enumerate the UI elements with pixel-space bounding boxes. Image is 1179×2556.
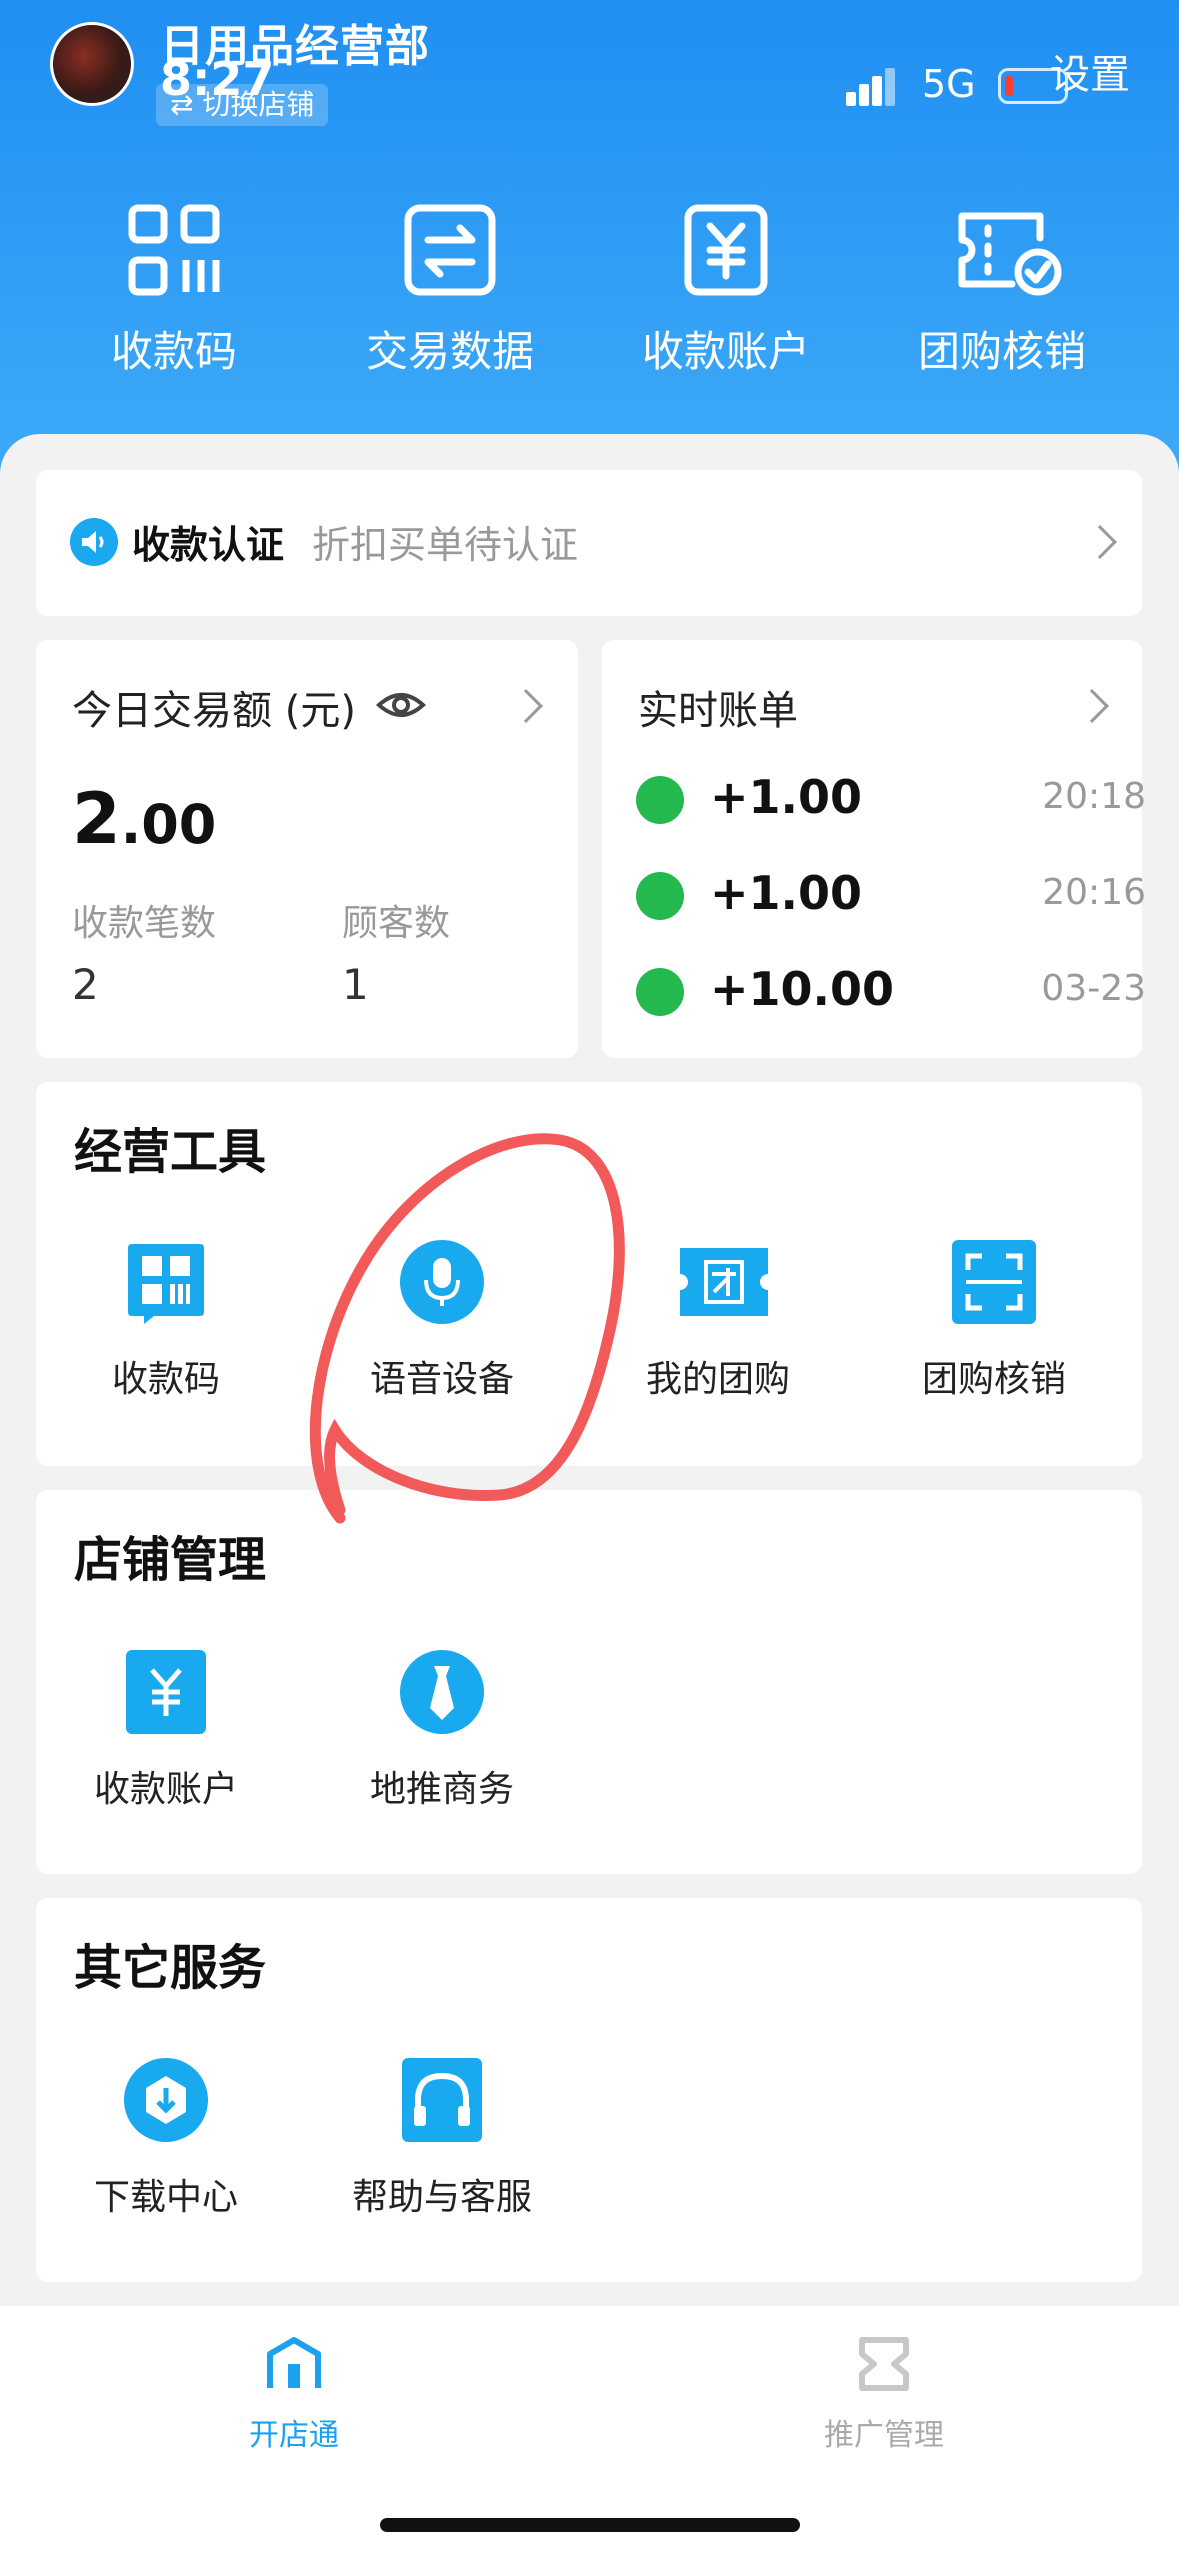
tab-promotion[interactable]: 推广管理	[734, 2336, 1034, 2454]
service-help-support[interactable]: 帮助与客服	[312, 2058, 572, 2220]
switch-store-button[interactable]: ⇄ 切换店铺	[156, 84, 329, 126]
scan-icon	[952, 1240, 1036, 1324]
home-indicator	[380, 2518, 800, 2532]
exchange-icon	[400, 200, 500, 300]
bill-item[interactable]: +10.00 03-23	[636, 962, 1146, 1022]
tool-my-group-buy[interactable]: 我的团购	[588, 1240, 848, 1402]
tab-label: 推广管理	[824, 2418, 944, 2453]
signal-icon	[846, 62, 896, 106]
tool-label: 收款码	[111, 1359, 220, 1400]
business-tools-card: 经营工具 收款码 语音设备 我的团购 团购核销	[36, 1082, 1142, 1466]
realtime-bills-card[interactable]: 实时账单 +1.00 20:18 +1.00 20:16 +10.00 03-2…	[602, 640, 1146, 1058]
qr-code-icon	[124, 1240, 208, 1324]
quick-action-qr[interactable]: 收款码	[36, 200, 312, 379]
group-buy-icon	[676, 1240, 768, 1324]
bill-time: 20:16	[1042, 872, 1146, 913]
bill-amount: +10.00	[710, 962, 895, 1016]
store-avatar[interactable]	[50, 22, 134, 106]
ticket-icon	[859, 2337, 909, 2391]
bill-time: 20:18	[1042, 776, 1146, 817]
yuan-account-icon	[124, 1650, 208, 1734]
tool-label: 团购核销	[921, 1359, 1066, 1400]
qr-code-icon	[124, 200, 224, 300]
download-icon	[124, 2058, 208, 2142]
count-label: 收款笔数	[72, 903, 217, 944]
quick-action-label: 收款码	[110, 327, 237, 376]
today-title: 今日交易额 (元)	[72, 688, 356, 734]
bill-item[interactable]: +1.00 20:18	[636, 770, 1146, 830]
tool-label: 语音设备	[369, 1359, 514, 1400]
network-label: 5G	[922, 62, 976, 106]
quick-action-coupon[interactable]: 团购核销	[864, 200, 1140, 379]
other-services-card: 其它服务 下载中心 帮助与客服	[36, 1898, 1142, 2282]
customers-value: 1	[342, 960, 369, 1009]
settings-button[interactable]: 设置	[1050, 42, 1130, 100]
eye-icon[interactable]	[376, 680, 426, 730]
tab-open-store[interactable]: 开店通	[144, 2336, 444, 2454]
tool-label: 收款账户	[93, 1769, 238, 1810]
home-icon	[267, 2337, 321, 2388]
chevron-right-icon	[1083, 525, 1117, 559]
chevron-right-icon	[1075, 689, 1109, 723]
amount-integer: 2	[72, 778, 121, 860]
switch-store-label: 切换店铺	[202, 88, 315, 121]
chevron-right-icon	[509, 689, 543, 723]
store-field-business[interactable]: 地推商务	[312, 1650, 572, 1812]
tool-label: 下载中心	[93, 2177, 238, 2218]
quick-action-label: 交易数据	[365, 327, 534, 376]
coupon-check-icon	[952, 200, 1062, 300]
quick-action-account[interactable]: 收款账户	[588, 200, 864, 379]
section-title: 店铺管理	[74, 1532, 267, 1588]
microphone-icon	[400, 1240, 484, 1324]
service-download-center[interactable]: 下载中心	[36, 2058, 296, 2220]
store-payment-account[interactable]: 收款账户	[36, 1650, 296, 1812]
bill-time: 03-23	[1041, 968, 1146, 1009]
tool-qr-code[interactable]: 收款码	[36, 1240, 296, 1402]
wechat-pay-icon	[636, 872, 684, 920]
bill-amount: +1.00	[710, 770, 863, 824]
tool-voice-device[interactable]: 语音设备	[312, 1240, 572, 1402]
yuan-account-icon	[676, 200, 776, 300]
tool-label: 我的团购	[645, 1359, 790, 1400]
bill-amount: +1.00	[710, 866, 863, 920]
store-management-card: 店铺管理 收款账户 地推商务	[36, 1490, 1142, 1874]
tool-label: 地推商务	[369, 1769, 514, 1810]
today-amount: 2.00	[72, 778, 216, 860]
wechat-pay-icon	[636, 968, 684, 1016]
verify-title: 收款认证	[132, 523, 285, 567]
amount-decimal: .00	[120, 793, 217, 856]
quick-action-transactions[interactable]: 交易数据	[312, 200, 588, 379]
tab-label: 开店通	[249, 2418, 339, 2453]
today-stats-card[interactable]: 今日交易额 (元) 2.00 收款笔数 2 顾客数 1	[36, 640, 578, 1058]
section-title: 其它服务	[74, 1940, 267, 1996]
section-title: 经营工具	[74, 1124, 267, 1180]
tool-label: 帮助与客服	[351, 2177, 532, 2218]
verify-banner[interactable]: 收款认证 折扣买单待认证	[36, 470, 1142, 616]
tool-group-verify[interactable]: 团购核销	[864, 1240, 1124, 1402]
bills-title: 实时账单	[638, 688, 798, 734]
headset-icon	[400, 2058, 484, 2142]
quick-action-label: 团购核销	[917, 327, 1086, 376]
verify-subtitle: 折扣买单待认证	[312, 523, 579, 567]
speaker-icon	[70, 518, 118, 566]
tie-icon	[400, 1650, 484, 1734]
customers-label: 顾客数	[342, 903, 451, 944]
count-value: 2	[72, 960, 99, 1009]
bill-item[interactable]: +1.00 20:16	[636, 866, 1146, 926]
quick-action-label: 收款账户	[641, 327, 810, 376]
wechat-pay-icon	[636, 776, 684, 824]
